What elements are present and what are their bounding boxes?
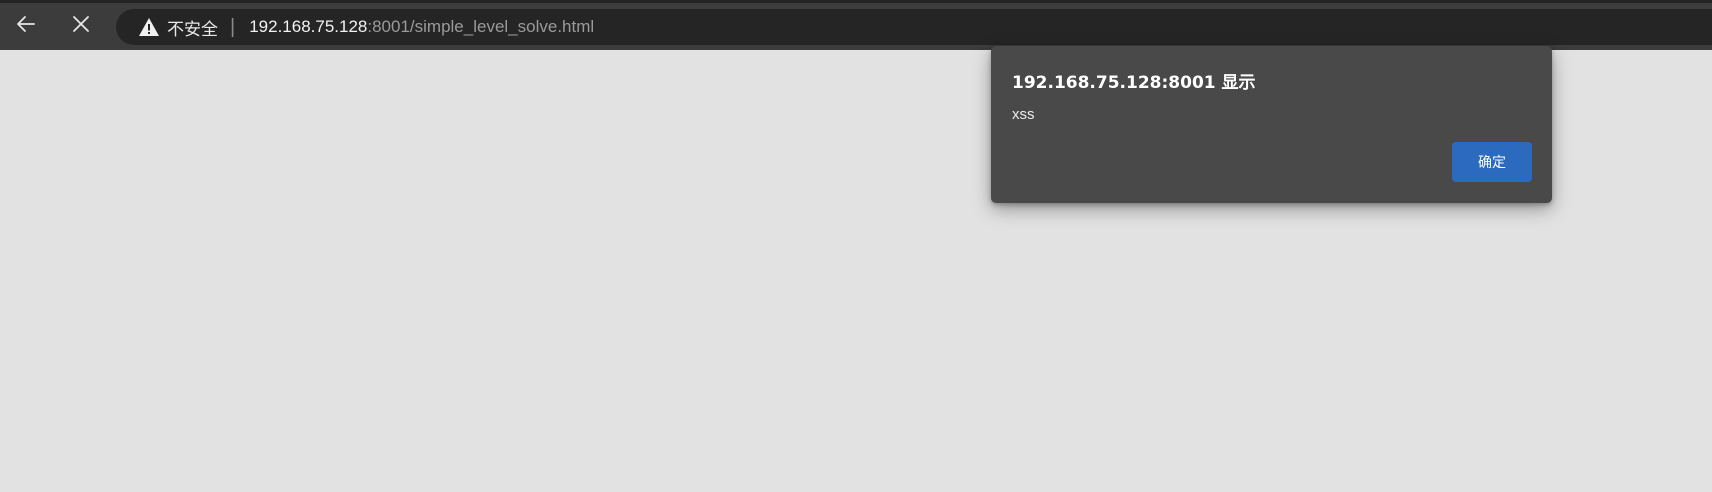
warning-triangle-icon[interactable] bbox=[138, 16, 160, 38]
address-bar[interactable]: 不安全 | 192.168.75.128:8001/simple_level_s… bbox=[116, 9, 1712, 45]
stop-loading-button[interactable] bbox=[61, 6, 101, 46]
security-status-label[interactable]: 不安全 bbox=[167, 15, 218, 40]
back-button[interactable] bbox=[6, 6, 46, 46]
close-icon bbox=[70, 13, 92, 40]
alert-dialog: 192.168.75.128:8001 显示 xss 确定 bbox=[991, 46, 1552, 203]
dialog-message: xss bbox=[1012, 106, 1035, 123]
browser-toolbar: 不安全 | 192.168.75.128:8001/simple_level_s… bbox=[0, 0, 1712, 50]
url-path: :8001/simple_level_solve.html bbox=[367, 17, 595, 36]
ok-button[interactable]: 确定 bbox=[1452, 142, 1532, 182]
omnibox-separator: | bbox=[230, 15, 236, 38]
arrow-left-icon bbox=[14, 12, 38, 41]
url-host: 192.168.75.128 bbox=[249, 17, 368, 36]
dialog-title: 192.168.75.128:8001 显示 bbox=[1012, 73, 1256, 93]
